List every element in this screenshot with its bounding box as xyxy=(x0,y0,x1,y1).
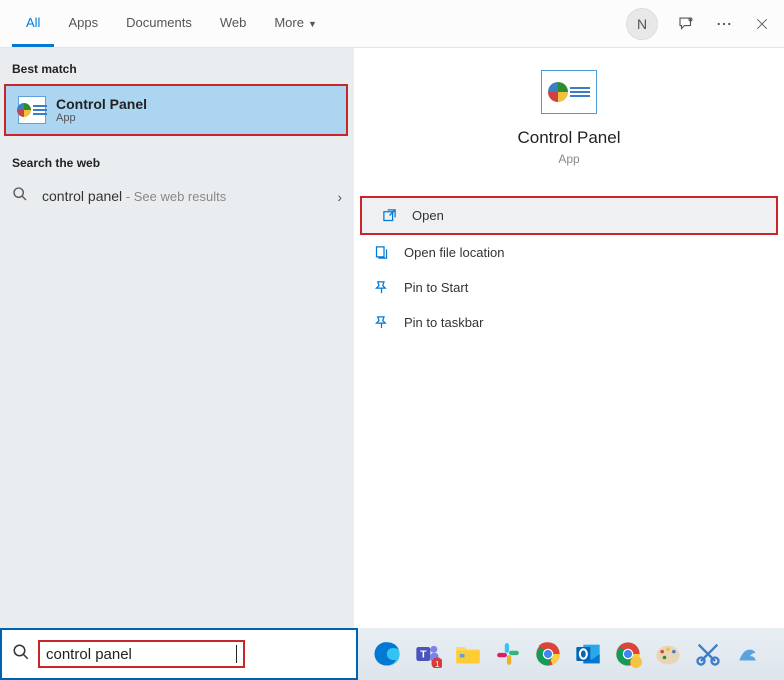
tab-apps[interactable]: Apps xyxy=(54,1,112,47)
text-cursor xyxy=(236,645,237,663)
pin-icon xyxy=(372,280,390,295)
search-icon xyxy=(12,186,32,207)
user-avatar[interactable]: N xyxy=(626,8,658,40)
web-search-label: Search the web xyxy=(0,150,354,176)
action-open-file-location[interactable]: Open file location xyxy=(354,235,784,270)
action-label: Open xyxy=(412,208,444,223)
web-result-suffix: - See web results xyxy=(122,189,226,204)
pin-icon xyxy=(372,315,390,330)
more-options-icon[interactable] xyxy=(714,14,734,34)
svg-text:T: T xyxy=(420,649,427,661)
open-icon xyxy=(380,208,398,223)
header-right: N xyxy=(626,8,772,40)
chevron-down-icon: ▼ xyxy=(308,19,317,29)
tray-teams-icon[interactable]: T1 xyxy=(410,636,446,672)
tray-snip-icon[interactable] xyxy=(690,636,726,672)
tray-edge-icon[interactable] xyxy=(370,636,406,672)
folder-icon xyxy=(372,245,390,260)
tab-all[interactable]: All xyxy=(12,1,54,47)
tray-chrome-icon[interactable] xyxy=(530,636,566,672)
header: All Apps Documents Web More▼ N xyxy=(0,0,784,48)
search-window: All Apps Documents Web More▼ N Best matc… xyxy=(0,0,784,628)
tray-outlook-icon[interactable] xyxy=(570,636,606,672)
tab-more[interactable]: More▼ xyxy=(260,1,331,47)
svg-text:1: 1 xyxy=(435,660,440,668)
action-list: Open Open file location Pin to Start xyxy=(354,196,784,340)
detail-app-icon xyxy=(541,70,597,114)
result-title: Control Panel xyxy=(56,96,147,112)
best-match-label: Best match xyxy=(0,56,354,82)
best-match-result[interactable]: Control Panel App xyxy=(4,84,348,136)
tray-chrome2-icon[interactable] xyxy=(610,636,646,672)
search-input-highlight xyxy=(38,640,245,668)
taskbar-search[interactable] xyxy=(0,628,358,680)
detail-title: Control Panel xyxy=(354,128,784,148)
content: Best match Control Panel App Search the … xyxy=(0,48,784,628)
feedback-icon[interactable] xyxy=(676,14,696,34)
tray-misc-icon[interactable] xyxy=(730,636,766,672)
search-input[interactable] xyxy=(46,646,236,663)
search-icon xyxy=(12,643,30,666)
chevron-right-icon: › xyxy=(337,189,342,205)
tray-paint-icon[interactable] xyxy=(650,636,686,672)
left-pane: Best match Control Panel App Search the … xyxy=(0,48,354,628)
detail-subtitle: App xyxy=(354,152,784,166)
tab-web[interactable]: Web xyxy=(206,1,261,47)
action-label: Open file location xyxy=(404,245,504,260)
taskbar: T1 xyxy=(0,628,784,680)
action-pin-to-start[interactable]: Pin to Start xyxy=(354,270,784,305)
control-panel-icon xyxy=(18,96,46,124)
web-result-text: control panel xyxy=(42,188,122,204)
right-pane: Control Panel App Open Open file locatio… xyxy=(354,48,784,628)
tray-slack-icon[interactable] xyxy=(490,636,526,672)
action-label: Pin to taskbar xyxy=(404,315,484,330)
close-icon[interactable] xyxy=(752,14,772,34)
tray-explorer-icon[interactable] xyxy=(450,636,486,672)
tab-documents[interactable]: Documents xyxy=(112,1,206,47)
action-open[interactable]: Open xyxy=(360,196,778,235)
web-result[interactable]: control panel - See web results › xyxy=(0,176,354,217)
action-label: Pin to Start xyxy=(404,280,468,295)
system-tray: T1 xyxy=(358,628,784,680)
action-pin-to-taskbar[interactable]: Pin to taskbar xyxy=(354,305,784,340)
tabs: All Apps Documents Web More▼ xyxy=(12,1,331,47)
result-subtitle: App xyxy=(56,112,147,124)
